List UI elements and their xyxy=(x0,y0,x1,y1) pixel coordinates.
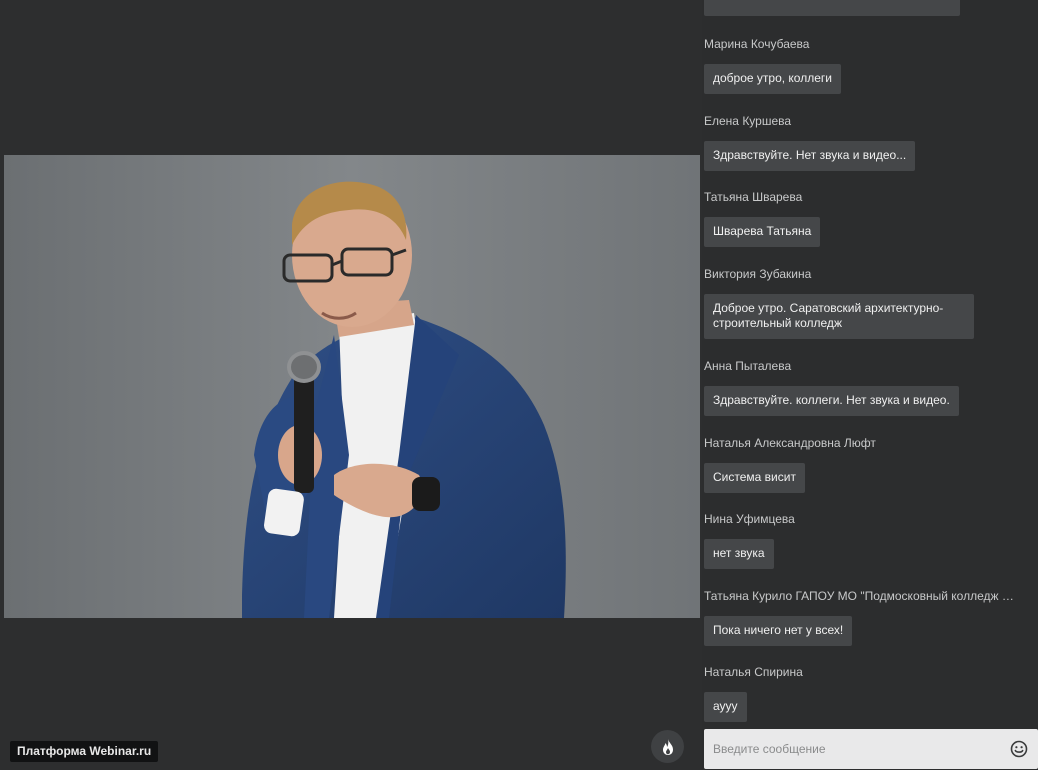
message-author: Татьяна Курило ГАПОУ МО "Подмосковный ко… xyxy=(704,589,1014,603)
chat-message: Виктория Зубакина Доброе утро. Саратовск… xyxy=(704,267,1024,339)
chat-message: Анна Пыталева Здравствуйте. коллеги. Нет… xyxy=(704,359,1024,416)
chat-message: Татьяна Шварева Шварева Татьяна xyxy=(704,190,1024,247)
speaker-video-image xyxy=(4,155,700,618)
message-author: Наталья Спирина xyxy=(704,665,803,679)
message-bubble: ауyу xyxy=(704,692,747,722)
message-author: Виктория Зубакина xyxy=(704,267,812,281)
message-author: Наталья Александровна Люфт xyxy=(704,436,876,450)
video-stage: Платформа Webinar.ru xyxy=(0,0,702,770)
message-bubble: Система висит xyxy=(704,463,805,493)
webinar-app: Платформа Webinar.ru Марина Кочубаева до… xyxy=(0,0,1038,770)
message-author: Елена Куршева xyxy=(704,114,792,128)
chat-panel: Марина Кочубаева доброе утро, коллеги Ел… xyxy=(702,0,1038,770)
flame-icon xyxy=(662,738,673,755)
chat-message: Наталья Александровна Люфт Система висит xyxy=(704,436,1024,493)
reaction-button[interactable] xyxy=(651,730,684,763)
message-bubble: Здравствуйте. Нет звука и видео... xyxy=(704,141,916,171)
speaker-video[interactable] xyxy=(4,155,700,618)
chat-message: Елена Куршева Здравствуйте. Нет звука и … xyxy=(704,114,1024,171)
chat-message: Татьяна Курило ГАПОУ МО "Подмосковный ко… xyxy=(704,589,1024,646)
chat-message: Нина Уфимцева нет звука xyxy=(704,512,1024,569)
message-bubble: Доброе утро. Саратовский архитектурно-ст… xyxy=(704,294,974,339)
message-author: Анна Пыталева xyxy=(704,359,792,373)
emoji-button[interactable] xyxy=(1010,740,1028,758)
message-input[interactable] xyxy=(704,729,994,769)
chat-message: Наталья Спирина ауyу xyxy=(704,665,1024,722)
message-author: Марина Кочубаева xyxy=(704,37,810,51)
chat-input-bar xyxy=(704,729,1038,769)
message-author: Татьяна Шварева xyxy=(704,190,803,204)
chat-message: Марина Кочубаева доброе утро, коллеги xyxy=(704,37,1024,94)
platform-badge: Платформа Webinar.ru xyxy=(10,741,159,762)
partial-message-bubble xyxy=(704,0,960,16)
message-bubble: Шварева Татьяна xyxy=(704,217,821,247)
message-bubble: доброе утро, коллеги xyxy=(704,64,841,94)
smiley-icon xyxy=(1010,740,1028,758)
message-bubble: нет звука xyxy=(704,539,774,569)
message-author: Нина Уфимцева xyxy=(704,512,795,526)
message-bubble: Пока ничего нет у всех! xyxy=(704,616,853,646)
chat-message-list[interactable]: Марина Кочубаева доброе утро, коллеги Ел… xyxy=(702,0,1038,728)
message-bubble: Здравствуйте. коллеги. Нет звука и видео… xyxy=(704,386,959,416)
